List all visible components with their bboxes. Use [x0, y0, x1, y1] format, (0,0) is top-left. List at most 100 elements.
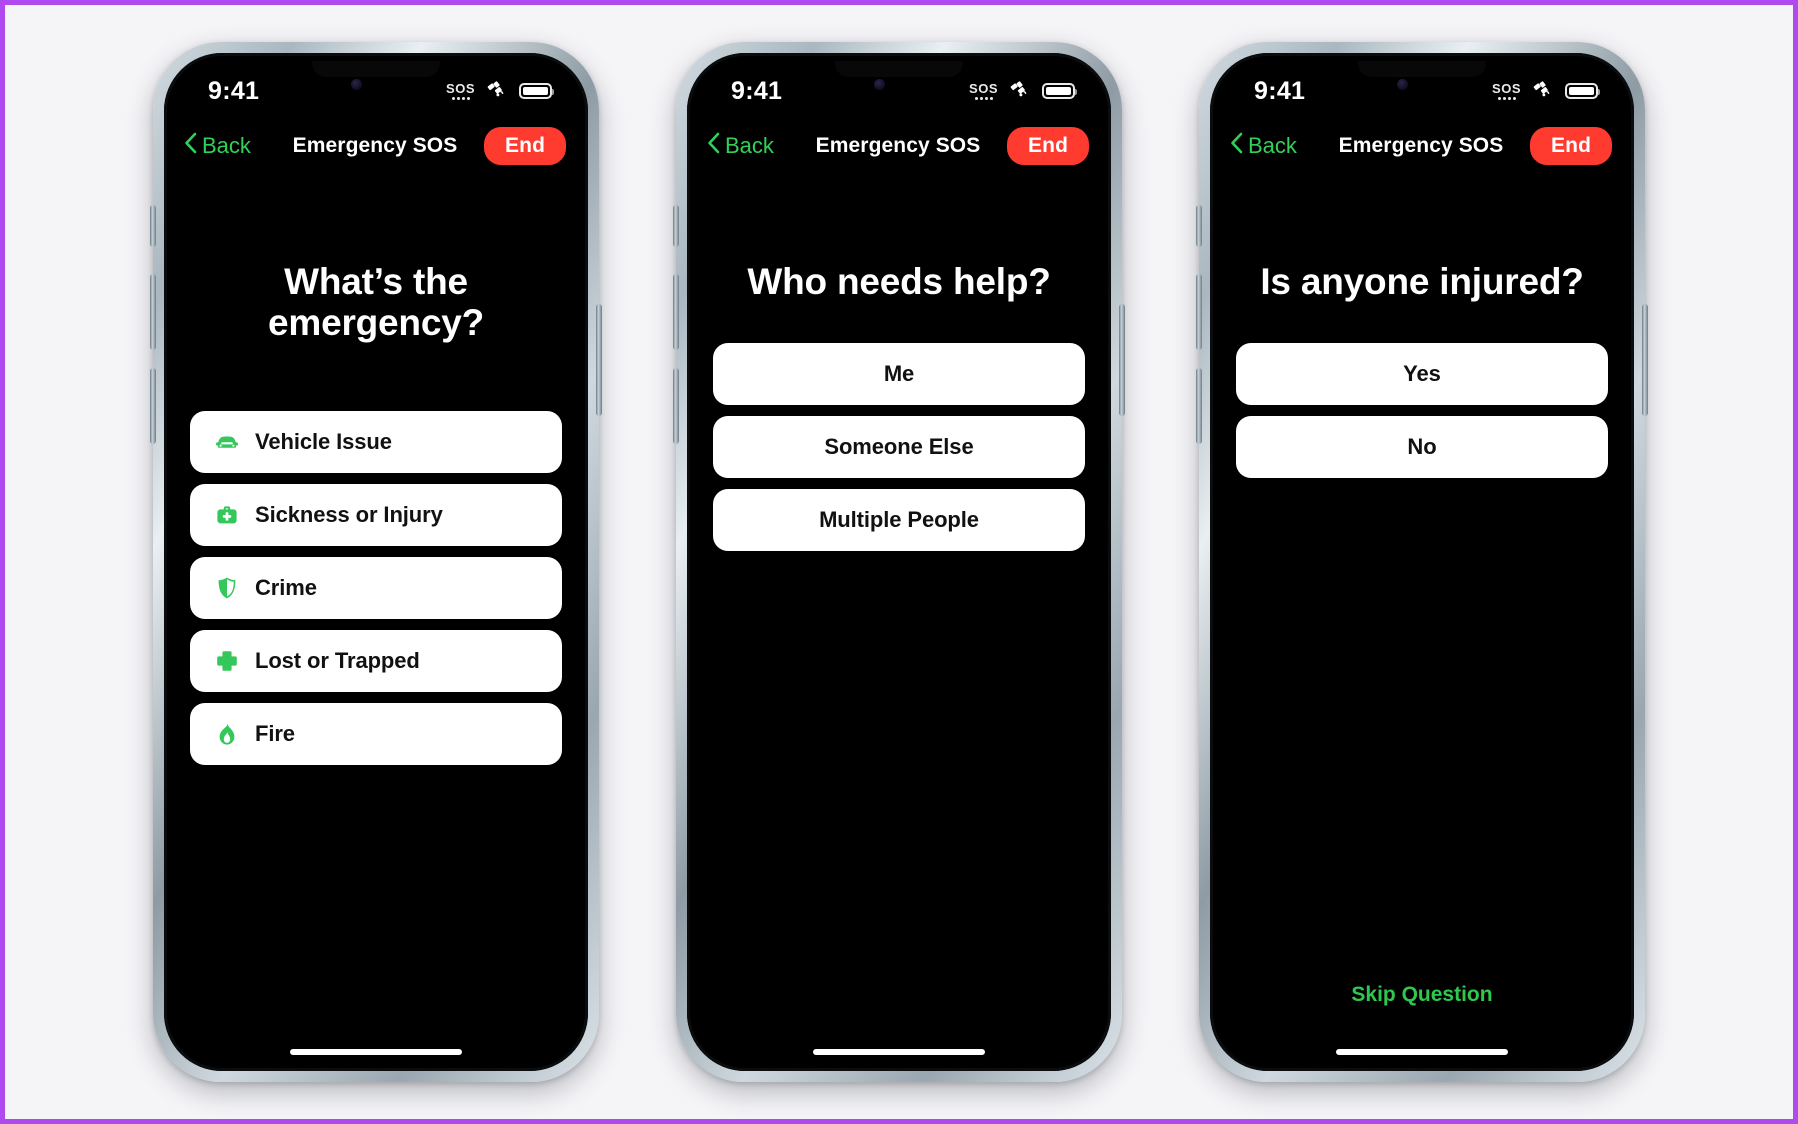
status-time-3: 9:41	[1254, 76, 1306, 105]
battery-full-icon-2	[1042, 83, 1077, 99]
option-me[interactable]: Me	[713, 343, 1085, 406]
medical-bag-icon	[212, 504, 242, 526]
content-spacer-1	[190, 765, 562, 1071]
home-indicator-2[interactable]	[813, 1049, 985, 1055]
volume-up-button-1[interactable]	[150, 274, 156, 350]
screen-content-3: Is anyone injured? Yes No Skip Question	[1210, 177, 1634, 1071]
status-time-2: 9:41	[731, 76, 783, 105]
option-label: No	[1407, 434, 1437, 460]
option-label: Crime	[255, 574, 317, 600]
screen-content-1: What’s the emergency? Vehicle Issue Sick…	[164, 177, 588, 1071]
page-title-1: Emergency SOS	[292, 134, 458, 157]
phone-device-2: 9:41 SOS Back Emergency SOS End Who need…	[673, 42, 1125, 1082]
shield-icon	[212, 576, 242, 600]
status-bar-1: 9:41 SOS	[164, 53, 588, 115]
options-list-2: Me Someone Else Multiple People	[713, 343, 1085, 552]
skip-question-button[interactable]: Skip Question	[1236, 983, 1608, 1007]
option-lost-or-trapped[interactable]: Lost or Trapped	[190, 629, 562, 692]
sos-icon-3: SOS	[1492, 82, 1521, 100]
option-vehicle-issue[interactable]: Vehicle Issue	[190, 410, 562, 473]
nav-bar-2: Back Emergency SOS End	[687, 115, 1111, 177]
phone-device-3: 9:41 SOS Back Emergency SOS End Is anyon…	[1196, 42, 1648, 1082]
screen-content-2: Who needs help? Me Someone Else Multiple…	[687, 177, 1111, 1071]
sos-label-1: SOS	[446, 81, 475, 96]
option-sickness-or-injury[interactable]: Sickness or Injury	[190, 483, 562, 546]
option-no[interactable]: No	[1236, 416, 1608, 479]
power-button-3[interactable]	[1642, 304, 1648, 416]
mute-switch-button-1[interactable]	[150, 205, 156, 247]
sos-icon-1: SOS	[446, 82, 475, 100]
content-spacer-2	[713, 551, 1085, 1071]
home-indicator-3[interactable]	[1336, 1049, 1508, 1055]
option-label: Someone Else	[824, 434, 974, 460]
battery-full-icon-3	[1565, 83, 1600, 99]
option-label: Fire	[255, 720, 295, 746]
phone-screen-3: 9:41 SOS Back Emergency SOS End Is anyon…	[1210, 53, 1634, 1071]
volume-down-button-2[interactable]	[673, 368, 679, 444]
back-button-1[interactable]: Back	[184, 132, 280, 160]
cross-icon	[212, 649, 242, 673]
power-button-1[interactable]	[596, 304, 602, 416]
satellite-icon-1	[486, 80, 508, 103]
car-icon	[212, 432, 242, 452]
back-button-label-1: Back	[202, 133, 251, 158]
status-indicators-1: SOS	[446, 80, 554, 103]
page-title-3: Emergency SOS	[1338, 134, 1504, 157]
satellite-icon-2	[1009, 80, 1031, 103]
option-label: Lost or Trapped	[255, 647, 420, 673]
nav-end-slot-2: End	[993, 127, 1089, 165]
volume-down-button-1[interactable]	[150, 368, 156, 444]
nav-end-slot-1: End	[470, 127, 566, 165]
option-label: Sickness or Injury	[255, 501, 443, 527]
mute-switch-button-3[interactable]	[1196, 205, 1202, 247]
option-multiple-people[interactable]: Multiple People	[713, 489, 1085, 552]
option-label: Me	[883, 361, 915, 387]
options-list-1: Vehicle Issue Sickness or Injury Crime L…	[190, 410, 562, 765]
back-button-label-2: Back	[725, 133, 774, 158]
question-heading-3: Is anyone injured?	[1260, 261, 1584, 302]
back-button-label-3: Back	[1248, 133, 1297, 158]
volume-up-button-2[interactable]	[673, 274, 679, 350]
phone-screen-2: 9:41 SOS Back Emergency SOS End Who need…	[687, 53, 1111, 1071]
status-indicators-2: SOS	[969, 80, 1077, 103]
status-indicators-3: SOS	[1492, 80, 1600, 103]
mute-switch-button-2[interactable]	[673, 205, 679, 247]
sos-label-3: SOS	[1492, 81, 1521, 96]
content-spacer-3	[1236, 478, 1608, 983]
question-heading-1: What’s the emergency?	[268, 261, 484, 344]
volume-down-button-3[interactable]	[1196, 368, 1202, 444]
end-button-1[interactable]: End	[484, 127, 566, 165]
question-heading-2: Who needs help?	[747, 261, 1051, 302]
volume-up-button-3[interactable]	[1196, 274, 1202, 350]
sos-icon-2: SOS	[969, 82, 998, 100]
option-crime[interactable]: Crime	[190, 556, 562, 619]
nav-end-slot-3: End	[1516, 127, 1612, 165]
battery-full-icon-1	[519, 83, 554, 99]
back-button-3[interactable]: Back	[1230, 132, 1326, 160]
satellite-icon-3	[1532, 80, 1554, 103]
nav-bar-1: Back Emergency SOS End	[164, 115, 588, 177]
status-time-1: 9:41	[208, 76, 260, 105]
option-yes[interactable]: Yes	[1236, 343, 1608, 406]
end-button-2[interactable]: End	[1007, 127, 1089, 165]
chevron-left-icon-3	[1230, 132, 1243, 160]
flame-icon	[212, 722, 242, 746]
power-button-2[interactable]	[1119, 304, 1125, 416]
phone-device-1: 9:41 SOS Back Emergency SOS End What’s t…	[150, 42, 602, 1082]
status-bar-3: 9:41 SOS	[1210, 53, 1634, 115]
page-title-2: Emergency SOS	[815, 134, 981, 157]
chevron-left-icon-2	[707, 132, 720, 160]
nav-bar-3: Back Emergency SOS End	[1210, 115, 1634, 177]
option-label: Vehicle Issue	[255, 428, 392, 454]
status-bar-2: 9:41 SOS	[687, 53, 1111, 115]
end-button-3[interactable]: End	[1530, 127, 1612, 165]
option-label: Multiple People	[819, 507, 979, 533]
home-indicator-1[interactable]	[290, 1049, 462, 1055]
option-someone-else[interactable]: Someone Else	[713, 416, 1085, 479]
back-button-2[interactable]: Back	[707, 132, 803, 160]
sos-label-2: SOS	[969, 81, 998, 96]
phone-screen-1: 9:41 SOS Back Emergency SOS End What’s t…	[164, 53, 588, 1071]
option-fire[interactable]: Fire	[190, 702, 562, 765]
chevron-left-icon-1	[184, 132, 197, 160]
option-label: Yes	[1403, 361, 1441, 387]
